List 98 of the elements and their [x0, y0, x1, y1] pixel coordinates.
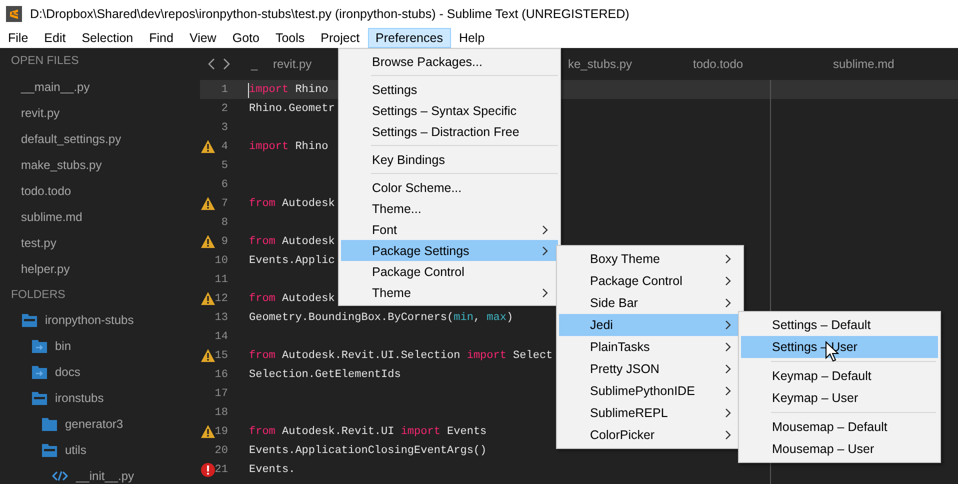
code-file-icon	[52, 470, 68, 482]
menu-bar-item[interactable]: Help	[450, 28, 493, 48]
code-line: Rhino.Geometr	[249, 102, 335, 114]
open-file-item[interactable]: make_stubs.py	[0, 156, 200, 182]
folder-tree-item[interactable]: docs	[55, 365, 80, 379]
app-logo-icon	[6, 6, 22, 22]
code-line: Selection.GetElementIds	[249, 368, 401, 380]
code-line: from Autodesk.Revit.UI import Events	[249, 426, 487, 438]
menu-bar-item[interactable]: Project	[312, 28, 368, 48]
line-number: 1	[221, 84, 228, 96]
menu-item[interactable]: PlainTasks	[559, 336, 741, 358]
line-number: 13	[214, 312, 228, 324]
menu-bar-item[interactable]: File	[0, 28, 36, 48]
menu-item[interactable]: Pretty JSON	[559, 358, 741, 380]
linked-folder-icon	[32, 366, 47, 378]
code-line: from Autodesk	[249, 198, 335, 210]
forward-icon[interactable]	[222, 58, 230, 70]
back-icon[interactable]	[208, 58, 216, 70]
code-line: Events.Applic	[249, 254, 335, 266]
menu-item[interactable]: Settings – Default	[741, 314, 938, 336]
menu-item[interactable]: Settings	[341, 79, 558, 100]
menu-bar-item[interactable]: Preferences	[368, 28, 451, 48]
code-line: import Rhino	[249, 140, 328, 152]
menu-item[interactable]: SublimeREPL	[559, 402, 741, 424]
line-number: 12	[214, 292, 228, 304]
folder-tree-item[interactable]: generator3	[65, 417, 124, 431]
folder-tree-item[interactable]: __init__.py	[76, 469, 134, 483]
line-number: 9	[221, 236, 228, 248]
code-line: Geometry.BoundingBox.ByCorners(min, max)	[249, 312, 514, 324]
line-number: 2	[221, 102, 228, 114]
folder-tree-item[interactable]: ironpython-stubs	[45, 313, 134, 327]
line-number: 18	[214, 406, 228, 418]
menu-item[interactable]: Theme	[341, 282, 558, 303]
menu-item[interactable]: Mousemap – Default	[741, 416, 938, 438]
line-number: 11	[214, 274, 228, 286]
folder-tree-item[interactable]: utils	[65, 443, 86, 457]
menu-item[interactable]: Settings – Syntax Specific	[341, 100, 558, 121]
menu-bar-item[interactable]: Find	[141, 28, 182, 48]
menu-item[interactable]: Package Settings	[341, 240, 558, 261]
file-tab[interactable]: sublime.md	[833, 57, 894, 71]
open-file-item[interactable]: helper.py	[0, 260, 200, 286]
menu-item[interactable]: Keymap – Default	[741, 365, 938, 387]
code-line: from Autodesk	[249, 236, 335, 248]
line-number: 16	[214, 368, 228, 380]
code-line: Events.	[249, 464, 296, 476]
code-line: from Autodesk	[249, 292, 335, 304]
menu-bar-item[interactable]: Tools	[267, 28, 313, 48]
menu-bar-item[interactable]: Goto	[224, 28, 268, 48]
line-number: 4	[221, 140, 228, 152]
open-file-item[interactable]: __main__.py	[0, 78, 200, 104]
line-number: 7	[221, 198, 228, 210]
menu-bar-item[interactable]: Selection	[74, 28, 142, 48]
line-number: 5	[221, 160, 228, 172]
line-number: 17	[214, 388, 228, 400]
menu-item[interactable]: Theme...	[341, 198, 558, 219]
menu-item[interactable]: ColorPicker	[559, 424, 741, 446]
menu-item[interactable]: Boxy Theme	[559, 248, 741, 270]
line-number: 21	[214, 464, 228, 476]
menu-item[interactable]: Package Control	[559, 270, 741, 292]
menu-item[interactable]: Side Bar	[559, 292, 741, 314]
menu-item[interactable]: Package Control	[341, 261, 558, 282]
menu-item[interactable]: Jedi	[559, 314, 741, 336]
line-number: 19	[214, 426, 228, 438]
line-number: 8	[221, 216, 228, 228]
code-line: from Autodesk.Revit.UI.Selection import Select	[249, 350, 553, 362]
section-header: FOLDERS	[10, 288, 66, 303]
error-icon	[201, 462, 215, 476]
menu-item[interactable]: Key Bindings	[341, 149, 558, 170]
file-tab[interactable]: ke_stubs.py	[568, 57, 693, 71]
menu-item[interactable]: Browse Packages...	[341, 51, 558, 72]
open-file-item[interactable]: todo.todo	[0, 182, 200, 208]
menu-item[interactable]: Settings – Distraction Free	[341, 121, 558, 142]
folder-tree-item[interactable]: ironstubs	[55, 391, 104, 405]
line-number: 14	[214, 330, 228, 342]
open-file-item[interactable]: sublime.md	[0, 208, 200, 234]
menu-item[interactable]: Keymap – User	[741, 387, 938, 409]
line-number: 6	[221, 178, 228, 190]
open-file-item[interactable]: test.py	[0, 234, 200, 260]
code-line: import Rhino	[249, 84, 328, 96]
menu-item[interactable]: Color Scheme...	[341, 177, 558, 198]
section-header: OPEN FILES	[10, 54, 80, 69]
window-title: D:\Dropbox\Shared\dev\repos\ironpython-stubs\test.py (ironpython-stubs) - Sublime Text (UNREGISTERED)	[30, 7, 630, 21]
file-tab[interactable]: _	[251, 57, 273, 71]
line-number: 20	[214, 444, 228, 456]
line-number: 10	[214, 254, 228, 266]
open-file-item[interactable]: revit.py	[0, 104, 200, 130]
line-number: 15	[214, 350, 228, 362]
open-file-item[interactable]: default_settings.py	[0, 130, 200, 156]
file-tab[interactable]: todo.todo	[693, 57, 833, 71]
code-line: Events.ApplicationClosingEventArgs()	[249, 444, 487, 456]
line-number: 3	[221, 122, 228, 134]
menu-item[interactable]: SublimePythonIDE	[559, 380, 741, 402]
menu-item[interactable]: Font	[341, 219, 558, 240]
menu-bar-item[interactable]: Edit	[36, 28, 74, 48]
folder-tree-item[interactable]: bin	[55, 339, 72, 353]
linked-folder-icon	[32, 340, 47, 352]
menu-item[interactable]: Mousemap – User	[741, 438, 938, 460]
menu-bar-item[interactable]: View	[181, 28, 224, 48]
